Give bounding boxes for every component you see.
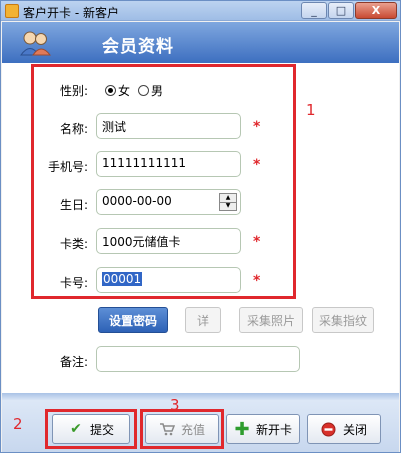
phone-label: 手机号: xyxy=(47,160,88,174)
page-title: 会员资料 xyxy=(102,37,174,57)
close-label: 关闭 xyxy=(342,422,367,437)
name-required-mark: * xyxy=(253,119,261,135)
card-type-required-mark: * xyxy=(253,234,261,250)
gender-female-label: 女 xyxy=(118,84,131,98)
new-card-label: 新开卡 xyxy=(255,422,292,437)
cart-icon xyxy=(159,421,175,437)
action-bar: 2 3 ✔ 提交 充值 ✚ 新开卡 关闭 xyxy=(2,396,399,452)
set-password-button[interactable]: 设置密码 xyxy=(98,307,168,333)
gender-label: 性别: xyxy=(59,84,88,98)
new-card-button[interactable]: ✚ 新开卡 xyxy=(226,414,300,444)
minimize-button[interactable]: _ xyxy=(301,2,327,19)
card-type-input[interactable]: 1000元储值卡 xyxy=(96,228,241,254)
birthday-label: 生日: xyxy=(59,198,88,212)
customer-card-window: 客户开卡 - 新客户 _ □ X 会员资料 1 性别: 女 男 名称: 测试 *… xyxy=(0,0,401,453)
gender-female-radio[interactable] xyxy=(105,85,116,96)
members-icon xyxy=(20,31,52,56)
birthday-spinner[interactable]: ▲ ▼ xyxy=(219,193,237,211)
remark-input[interactable] xyxy=(96,346,300,372)
maximize-button[interactable]: □ xyxy=(328,2,354,19)
card-number-input[interactable]: 00001 xyxy=(96,267,241,293)
name-label: 名称: xyxy=(59,122,88,136)
card-number-required-mark: * xyxy=(253,273,261,289)
card-number-label: 卡号: xyxy=(59,276,88,290)
title-bar[interactable]: 客户开卡 - 新客户 _ □ X xyxy=(1,1,400,21)
no-entry-icon xyxy=(321,421,337,437)
app-icon xyxy=(5,4,19,18)
birthday-input[interactable]: 0000-00-00 ▲ ▼ xyxy=(96,189,241,215)
member-form: 1 性别: 女 男 名称: 测试 * 手机号: 11111111111 * 生日… xyxy=(2,63,399,393)
recharge-label: 充值 xyxy=(180,422,205,437)
annotation-label-1: 1 xyxy=(306,101,316,119)
annotation-label-2: 2 xyxy=(13,415,23,433)
phone-input[interactable]: 11111111111 xyxy=(96,151,241,177)
spin-up-icon[interactable]: ▲ xyxy=(220,194,236,202)
detail-button[interactable]: 详 xyxy=(185,307,221,333)
checkmark-icon: ✔ xyxy=(70,421,82,437)
section-divider xyxy=(2,393,399,401)
card-type-label: 卡类: xyxy=(59,237,88,251)
gender-male-radio[interactable] xyxy=(138,85,150,96)
window-title: 客户开卡 - 新客户 xyxy=(23,6,119,20)
gender-radio-group: 女 男 xyxy=(105,82,163,99)
capture-fingerprint-button[interactable]: 采集指纹 xyxy=(312,307,374,333)
plus-icon: ✚ xyxy=(234,418,250,440)
window-controls: _ □ X xyxy=(301,2,397,19)
submit-button[interactable]: ✔ 提交 xyxy=(52,414,130,444)
spin-down-icon[interactable]: ▼ xyxy=(220,201,236,211)
close-window-button[interactable]: X xyxy=(355,2,397,19)
birthday-value: 0000-00-00 xyxy=(102,194,172,208)
card-number-value: 00001 xyxy=(102,272,143,286)
gender-male-label: 男 xyxy=(151,84,164,98)
capture-photo-button[interactable]: 采集照片 xyxy=(239,307,303,333)
recharge-button[interactable]: 充值 xyxy=(145,414,219,444)
phone-required-mark: * xyxy=(253,157,261,173)
remark-label: 备注: xyxy=(59,355,88,369)
submit-label: 提交 xyxy=(89,422,114,437)
name-input[interactable]: 测试 xyxy=(96,113,241,139)
close-button[interactable]: 关闭 xyxy=(307,414,381,444)
header-banner: 会员资料 xyxy=(2,22,399,63)
annotation-box-1 xyxy=(31,64,296,299)
